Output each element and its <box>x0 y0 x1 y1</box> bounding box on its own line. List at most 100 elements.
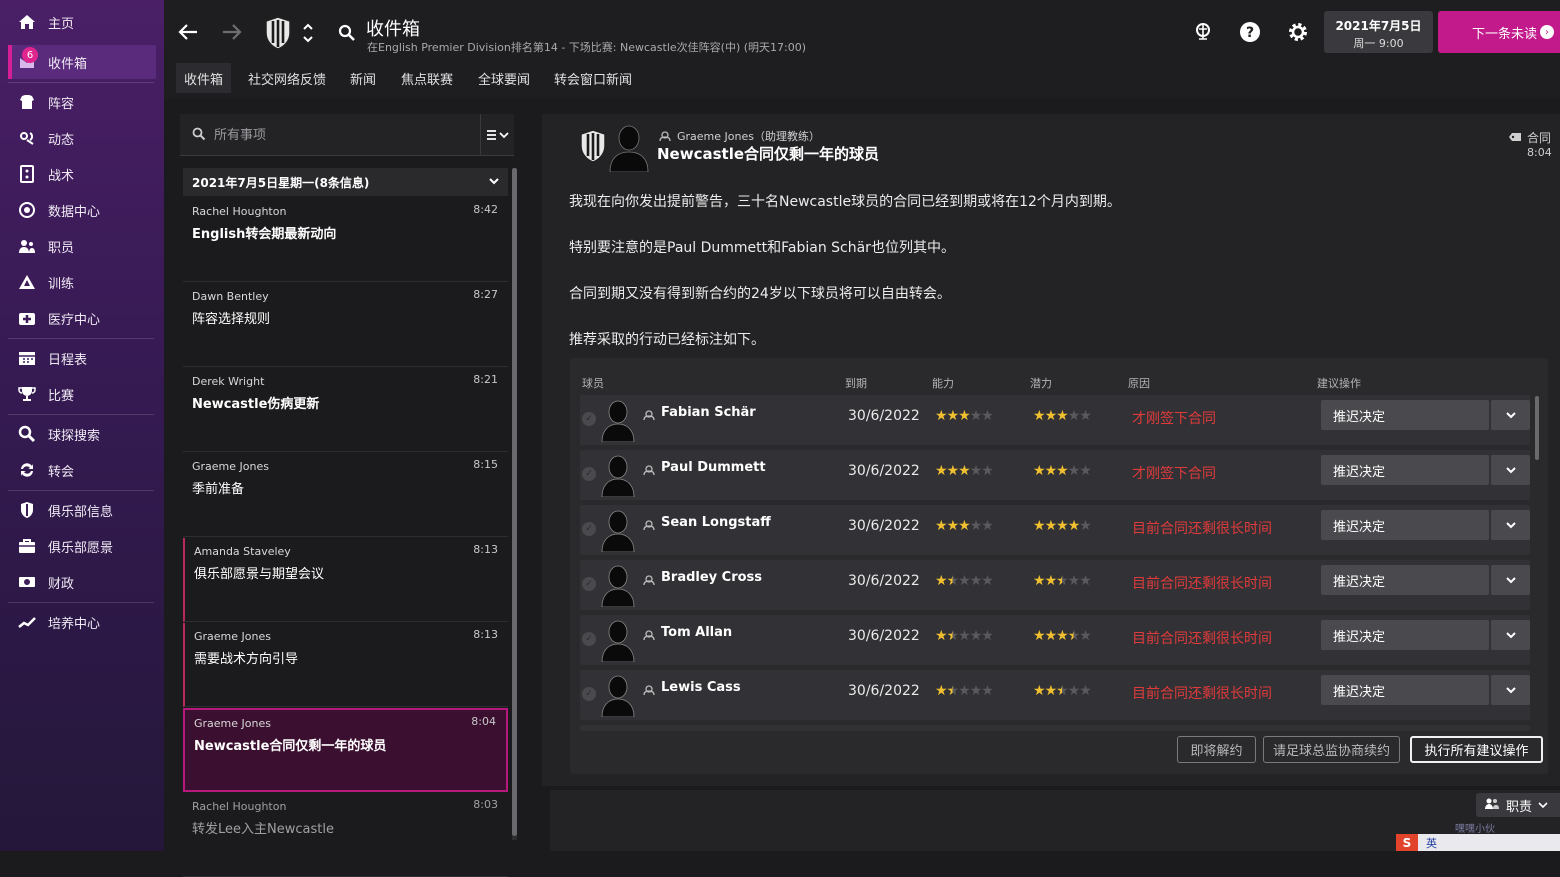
sidebar-item-staff[interactable]: 职员 <box>8 229 156 263</box>
chevron-down-icon[interactable] <box>1491 620 1530 650</box>
sidebar-item-development[interactable]: 培养中心 <box>8 605 156 639</box>
message-item[interactable]: Derek Wright 8:21 Newcastle伤病更新 <box>183 368 508 452</box>
message-item-selected[interactable]: Graeme Jones 8:04 Newcastle合同仅剩一年的球员 <box>183 708 508 792</box>
table-row[interactable]: ✓ Lewis Cass 30/6/2022 ★★★★★ ★★★★★ 目前合同还剩很长时间… <box>580 670 1530 720</box>
player-name[interactable]: Paul Dummett <box>661 460 766 475</box>
sidebar-item-medical[interactable]: 医疗中心 <box>8 301 156 335</box>
chevron-down-icon[interactable] <box>1491 400 1530 430</box>
column-header-expiry[interactable]: 到期 <box>845 375 867 391</box>
table-row[interactable]: ✓ Tom Allan 30/6/2022 ★★★★★ ★★★★★ 目前合同还剩很长时间推… <box>580 615 1530 665</box>
action-select[interactable]: 推迟决定 <box>1321 565 1489 595</box>
inbox-search-input[interactable] <box>212 124 472 146</box>
check-icon[interactable]: ✓ <box>582 632 596 646</box>
check-icon[interactable]: ✓ <box>582 412 596 426</box>
sidebar-item-dynamics[interactable]: 动态 <box>8 121 156 155</box>
sidebar-item-tactics[interactable]: 战术 <box>8 157 156 191</box>
sidebar-item-transfers[interactable]: 转会 <box>8 453 156 487</box>
club-switch-chevrons-icon[interactable] <box>300 20 316 46</box>
check-icon[interactable]: ✓ <box>582 687 596 701</box>
message-item[interactable]: Dawn Bentley 8:27 阵容选择规则 <box>183 283 508 367</box>
search-icon[interactable] <box>336 22 358 44</box>
chevron-down-icon[interactable] <box>1491 455 1530 485</box>
message-item[interactable]: Graeme Jones 8:15 季前准备 <box>183 453 508 537</box>
player-name[interactable]: Sean Longstaff <box>661 515 771 530</box>
forward-arrow-icon[interactable] <box>220 20 244 44</box>
column-header-action[interactable]: 建议操作 <box>1317 375 1361 391</box>
sort-menu-button[interactable] <box>480 114 514 156</box>
ime-toolbar[interactable]: S 英 <box>1396 834 1560 851</box>
column-header-potential[interactable]: 潜力 <box>1030 375 1052 391</box>
check-icon[interactable]: ✓ <box>582 577 596 591</box>
check-icon[interactable]: ✓ <box>582 467 596 481</box>
tab-world-news[interactable]: 全球要闻 <box>470 63 538 93</box>
sidebar-item-data-hub[interactable]: 数据中心 <box>8 193 156 227</box>
sidebar-item-club-info[interactable]: 俱乐部信息 <box>8 493 156 527</box>
release-button[interactable]: 即将解约 <box>1177 736 1256 763</box>
column-header-reason[interactable]: 原因 <box>1128 375 1150 391</box>
table-row[interactable]: ✓ Paul Dummett 30/6/2022 ★★★★★ ★★★★★ 才刚签下合同 推迟… <box>580 450 1530 500</box>
contract-expiry: 30/6/2022 <box>848 518 920 534</box>
tab-transfer-window-news[interactable]: 转会窗口新闻 <box>546 63 640 93</box>
club-crest-icon[interactable] <box>262 14 294 52</box>
chevron-down-icon[interactable] <box>1491 565 1530 595</box>
table-scrollbar-thumb[interactable] <box>1535 396 1539 460</box>
contract-expiry: 30/6/2022 <box>848 408 920 424</box>
action-select[interactable]: 推迟决定 <box>1321 510 1489 540</box>
column-header-ability[interactable]: 能力 <box>932 375 954 391</box>
action-select[interactable]: 推迟决定 <box>1321 620 1489 650</box>
sidebar-item-finances[interactable]: 财政 <box>8 565 156 599</box>
back-arrow-icon[interactable] <box>176 20 200 44</box>
player-avatar <box>600 453 636 501</box>
execute-all-button[interactable]: 执行所有建议操作 <box>1410 736 1543 763</box>
sidebar-item-squad[interactable]: 阵容 <box>8 85 156 119</box>
tab-inbox[interactable]: 收件箱 <box>176 63 232 93</box>
message-item[interactable]: Amanda Staveley 8:13 俱乐部愿景与期望会议 <box>183 538 508 622</box>
sidebar-item-home[interactable]: 主页 <box>8 5 156 39</box>
check-icon[interactable]: ✓ <box>582 522 596 536</box>
message-item[interactable]: Rachel Houghton 8:42 English转会期最新动向 <box>183 198 508 282</box>
ask-director-renew-button[interactable]: 请足球总监协商续约 <box>1263 736 1400 763</box>
star-icon: ★ <box>1044 683 1058 699</box>
world-game-icon[interactable] <box>1191 20 1215 44</box>
search-icon <box>192 127 206 145</box>
player-name[interactable]: Tom Allan <box>661 625 732 640</box>
sidebar-item-club-vision[interactable]: 俱乐部愿景 <box>8 529 156 563</box>
scrollbar-thumb[interactable] <box>512 168 517 836</box>
player-name[interactable]: Lewis Cass <box>661 680 741 695</box>
player-name[interactable]: Bradley Cross <box>661 570 762 585</box>
table-row[interactable]: ✓ Fabian Schär 30/6/2022 ★★★★★ ★★★★★ 才刚签下合同 推迟… <box>580 395 1530 445</box>
avatar <box>608 122 650 176</box>
action-select[interactable]: 推迟决定 <box>1321 400 1489 430</box>
role-button[interactable]: 职责 <box>1476 793 1560 817</box>
sidebar-item-scouting[interactable]: 球探搜索 <box>8 417 156 451</box>
transfer-icon <box>16 459 38 481</box>
action-select[interactable]: 推迟决定 <box>1321 455 1489 485</box>
message-sender: Graeme Jones（助理教练） <box>677 130 820 143</box>
player-name[interactable]: Fabian Schär <box>661 405 756 420</box>
current-date-box[interactable]: 2021年7月5日 周一 9:00 <box>1324 11 1433 53</box>
tab-social-feedback[interactable]: 社交网络反馈 <box>240 63 334 93</box>
gear-icon[interactable] <box>1286 20 1310 44</box>
next-unread-button[interactable]: 下一条未读 › <box>1438 11 1560 53</box>
watermark: 嘿嘿小伙 <box>1455 824 1495 835</box>
action-select[interactable]: 推迟决定 <box>1321 675 1489 705</box>
sidebar-item-competitions[interactable]: 比赛 <box>8 377 156 411</box>
sidebar-item-inbox[interactable]: 6 收件箱 <box>8 45 156 79</box>
inbox-scrollbar[interactable] <box>512 168 517 840</box>
date-group-header[interactable]: 2021年7月5日星期一(8条信息) <box>183 168 508 196</box>
chevron-down-icon[interactable] <box>1491 510 1530 540</box>
help-icon[interactable]: ? <box>1238 20 1262 44</box>
sidebar-item-training[interactable]: 训练 <box>8 265 156 299</box>
tab-focus-league[interactable]: 焦点联赛 <box>393 63 461 93</box>
table-row[interactable]: ✓ Sean Longstaff 30/6/2022 ★★★★★ ★★★★★ 目前合同还剩… <box>580 505 1530 555</box>
tab-news[interactable]: 新闻 <box>342 63 384 93</box>
table-row[interactable]: ✓ Bradley Cross 30/6/2022 ★★★★★ ★★★★★ 目前合同还剩很… <box>580 560 1530 610</box>
message-item[interactable]: Graeme Jones 8:13 需要战术方向引导 <box>183 623 508 707</box>
star-icon: ★ <box>1067 518 1081 534</box>
column-header-player[interactable]: 球员 <box>582 375 604 391</box>
ability-stars: ★★★★★ <box>935 573 994 589</box>
reason-text: 目前合同还剩很长时间 <box>1132 576 1272 592</box>
message-item[interactable]: Rachel Houghton 8:03 转发Lee入主Newcastle <box>183 793 508 877</box>
chevron-down-icon[interactable] <box>1491 675 1530 705</box>
sidebar-item-schedule[interactable]: 日程表 <box>8 341 156 375</box>
